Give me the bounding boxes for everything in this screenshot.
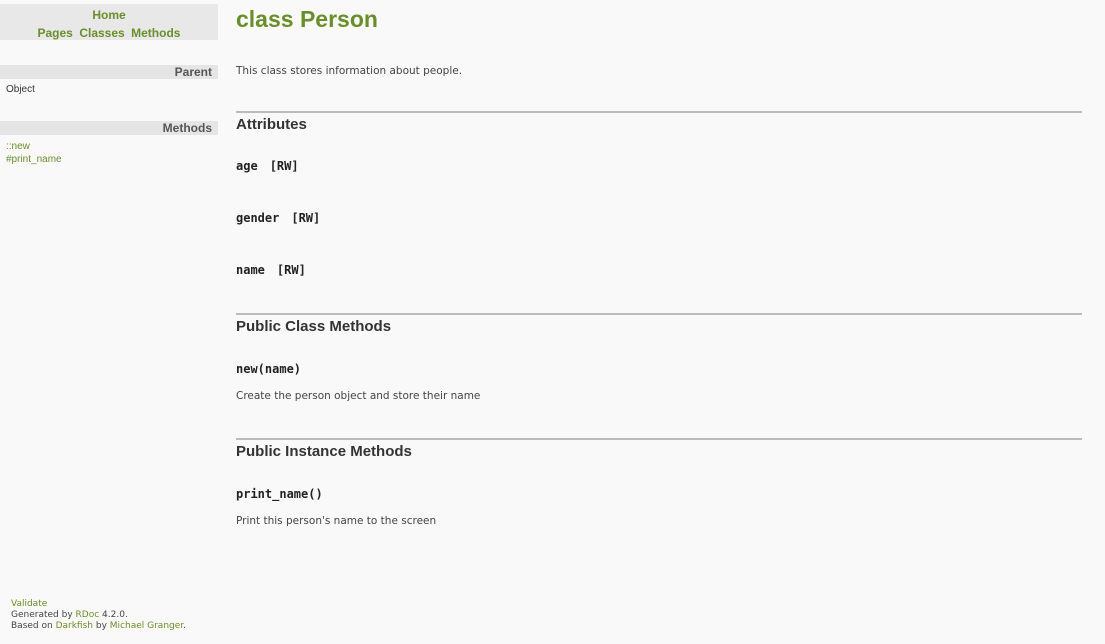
attribute-age: age [RW]: [236, 159, 299, 173]
nav-methods-link[interactable]: Methods: [131, 26, 180, 40]
class-description: This class stores information about peop…: [236, 65, 463, 77]
attribute-rw-badge: [RW]: [269, 159, 299, 173]
page-title: class Person: [236, 6, 378, 32]
by-text: by: [95, 621, 107, 631]
nav-pages-link[interactable]: Pages: [38, 26, 73, 40]
validate-link[interactable]: Validate: [11, 599, 47, 609]
public-class-methods-heading: Public Class Methods: [236, 318, 392, 335]
rdoc-version: 4.2.0.: [102, 610, 128, 620]
attribute-name: gender: [236, 211, 280, 225]
nav-classes-link[interactable]: Classes: [79, 26, 124, 40]
sidebar-method-new-link[interactable]: ::new: [6, 141, 30, 152]
attribute-name: name: [236, 263, 265, 277]
period-text: .: [183, 621, 187, 631]
method-signature-new[interactable]: new(name): [236, 362, 301, 376]
generated-by-text: Generated by: [11, 610, 73, 620]
method-description-print-name: Print this person's name to the screen: [236, 515, 437, 527]
method-description-new: Create the person object and store their…: [236, 390, 481, 402]
methods-heading-label: Methods: [162, 121, 212, 135]
section-divider: [236, 111, 1082, 113]
generated-by-line: Generated by RDoc 4.2.0.: [11, 610, 186, 621]
darkfish-link[interactable]: Darkfish: [56, 621, 93, 631]
parent-value: Object: [6, 84, 35, 95]
attribute-gender: gender [RW]: [236, 211, 320, 225]
attribute-name: age: [236, 159, 258, 173]
public-instance-methods-heading: Public Instance Methods: [236, 443, 412, 460]
sidebar: Home Pages Classes Methods Parent Object…: [0, 0, 218, 644]
method-signature-print-name[interactable]: print_name(): [236, 487, 323, 501]
nav-home-link[interactable]: Home: [92, 8, 125, 22]
methods-heading: Methods: [0, 121, 218, 135]
section-divider: [236, 438, 1082, 440]
footer: Validate Generated by RDoc 4.2.0. Based …: [11, 599, 186, 632]
top-navigation: Home Pages Classes Methods: [0, 4, 218, 40]
rdoc-link[interactable]: RDoc: [76, 610, 100, 620]
attribute-rw-badge: [RW]: [276, 263, 306, 277]
attribute-name-row: name [RW]: [236, 263, 306, 277]
based-on-text: Based on: [11, 621, 53, 631]
section-divider: [236, 313, 1082, 315]
attributes-heading: Attributes: [236, 116, 307, 133]
parent-heading: Parent: [0, 65, 218, 79]
based-on-line: Based on Darkfish by Michael Granger.: [11, 621, 186, 632]
author-link[interactable]: Michael Granger: [110, 621, 183, 631]
parent-heading-label: Parent: [174, 65, 212, 79]
sidebar-method-print-name-link[interactable]: #print_name: [6, 154, 62, 165]
attribute-rw-badge: [RW]: [291, 211, 321, 225]
